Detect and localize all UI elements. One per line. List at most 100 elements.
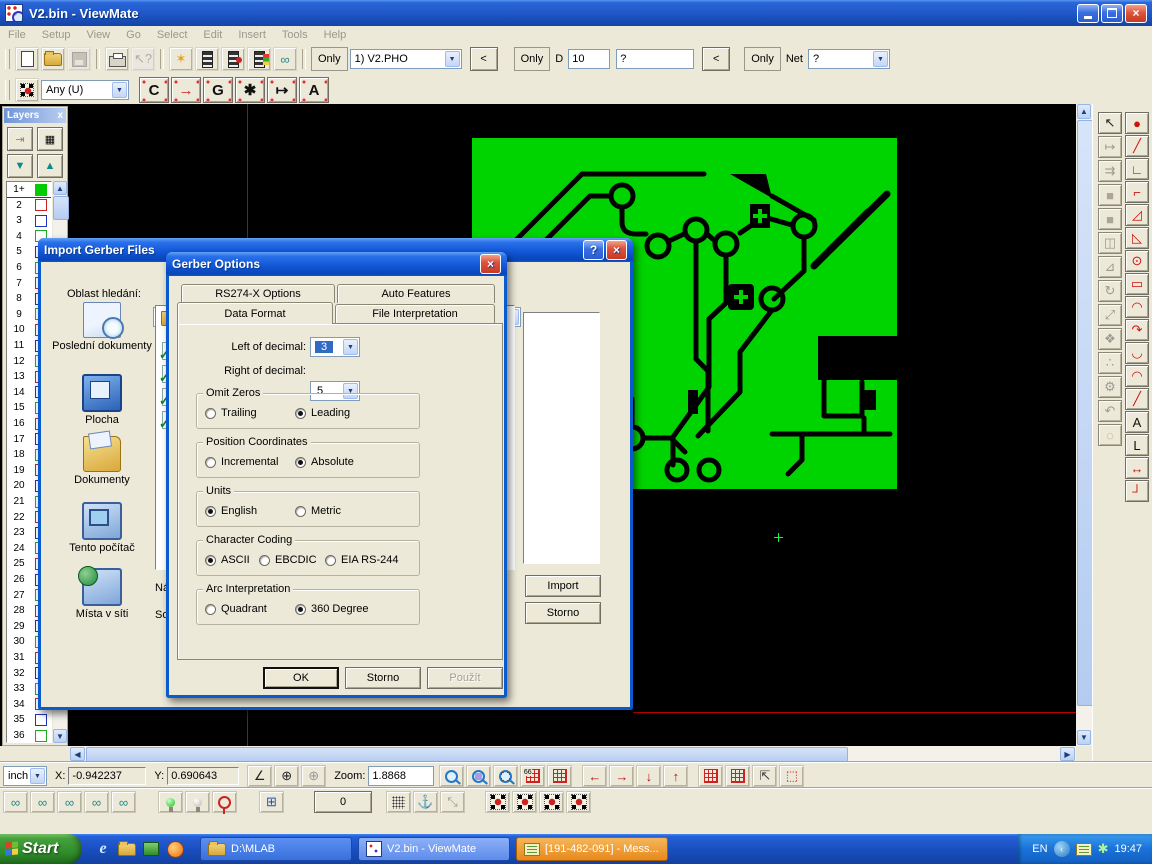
vertical-scroll-thumb[interactable]: [1077, 120, 1093, 706]
layer-row-1+[interactable]: 1+: [7, 182, 51, 197]
folder-icon[interactable]: [118, 840, 136, 858]
radio-icon[interactable]: [205, 457, 216, 468]
only-dcode-button[interactable]: Only: [514, 47, 551, 71]
zoom-in-button[interactable]: [439, 765, 464, 787]
draw-sketch-button[interactable]: ╱: [1125, 388, 1149, 410]
layer-insert-button[interactable]: ⇥: [7, 127, 33, 151]
zoom-dcode-button[interactable]: [466, 765, 491, 787]
dcode-draw-button[interactable]: →: [171, 77, 201, 103]
draw-width-button[interactable]: ↔: [1125, 457, 1149, 479]
menu-help[interactable]: Help: [316, 28, 355, 42]
restore-button[interactable]: [1101, 4, 1123, 23]
probe-button[interactable]: [212, 791, 237, 813]
ok-button[interactable]: OK: [263, 667, 339, 689]
layer-color-swatch[interactable]: [35, 730, 47, 742]
radio-option-ebcdic[interactable]: EBCDIC: [259, 554, 317, 566]
stretch-button[interactable]: ⇱: [752, 765, 777, 787]
dcode-flash-button[interactable]: ✱: [235, 77, 265, 103]
dcode-input[interactable]: 10: [568, 49, 610, 69]
draw-elbow-button[interactable]: ⌐: [1125, 181, 1149, 203]
film-tools-button[interactable]: [195, 47, 219, 71]
draw-curve-button[interactable]: ↷: [1125, 319, 1149, 341]
rotate-button[interactable]: ↻: [1098, 280, 1122, 302]
layer-scroll-thumb[interactable]: [53, 196, 69, 220]
radio-icon[interactable]: [325, 555, 336, 566]
radio-option-quadrant[interactable]: Quadrant: [205, 603, 267, 615]
draw-circle-button[interactable]: ⊙: [1125, 250, 1149, 272]
menu-tools[interactable]: Tools: [274, 28, 316, 42]
layer-row-2[interactable]: 2: [7, 198, 51, 213]
horizontal-scroll-thumb[interactable]: [86, 747, 848, 763]
draw-arc-button[interactable]: ◠: [1125, 296, 1149, 318]
radio-icon[interactable]: [259, 555, 270, 566]
toolbar-grip[interactable]: [5, 80, 10, 100]
dots-grid-button[interactable]: [386, 791, 411, 813]
radio-option-incremental[interactable]: Incremental: [205, 456, 278, 468]
draw-corner-button[interactable]: ∟: [1125, 158, 1149, 180]
left-of-decimal-combo[interactable]: 3 ▼: [310, 337, 360, 357]
radio-icon[interactable]: [295, 506, 306, 517]
menu-go[interactable]: Go: [118, 28, 149, 42]
copy-dcode-button[interactable]: ⇉: [1098, 160, 1122, 182]
tile-windows-button[interactable]: ⊞: [259, 791, 284, 813]
grid-snap-button[interactable]: [698, 765, 723, 787]
layer-color-swatch[interactable]: [35, 199, 47, 211]
place-posledn-dokumenty[interactable]: Poslední dokumenty: [47, 302, 157, 353]
radio-option-ascii[interactable]: ASCII: [205, 554, 250, 566]
mirror-vertical-button[interactable]: ◫: [1098, 232, 1122, 254]
layer-move-up-button[interactable]: ▲: [37, 154, 63, 178]
close-button[interactable]: ×: [1125, 4, 1147, 23]
radio-option-absolute[interactable]: Absolute: [295, 456, 354, 468]
net-combo[interactable]: ?▼: [808, 49, 890, 69]
anchor-button[interactable]: ⚓: [413, 791, 438, 813]
dcode-filter-icon[interactable]: [15, 78, 39, 102]
angle-measure-button[interactable]: ∠: [247, 765, 272, 787]
filled-rect-button[interactable]: ■: [1098, 184, 1122, 206]
prev-net-button[interactable]: <: [702, 47, 730, 71]
dcode-query-input[interactable]: ?: [616, 49, 694, 69]
language-indicator[interactable]: EN: [1032, 843, 1047, 855]
film-colors-button[interactable]: [247, 47, 271, 71]
layer-move-down-button[interactable]: ▼: [7, 154, 33, 178]
menu-view[interactable]: View: [78, 28, 118, 42]
import-button[interactable]: Import: [525, 575, 601, 597]
radio-icon[interactable]: [205, 555, 216, 566]
move-element-button[interactable]: ❖: [1098, 328, 1122, 350]
scroll-down-icon[interactable]: ▼: [53, 729, 67, 743]
layer-color-swatch[interactable]: [35, 184, 47, 196]
scroll-left-icon[interactable]: ◀: [70, 747, 85, 761]
view-lines-button[interactable]: ∞: [84, 791, 109, 813]
save-file-button[interactable]: [67, 47, 91, 71]
layer-row-3[interactable]: 3: [7, 213, 51, 228]
scale-button[interactable]: ⤢: [1098, 304, 1122, 326]
draw-arc-chord-button[interactable]: ◠: [1125, 365, 1149, 387]
scroll-right-icon[interactable]: ▶: [1060, 747, 1075, 761]
unit-combo[interactable]: inch▼: [3, 766, 47, 786]
menu-file[interactable]: File: [0, 28, 34, 42]
pan-right-button[interactable]: →: [609, 765, 634, 787]
view-traces-button[interactable]: ∞: [30, 791, 55, 813]
flash-mode-button[interactable]: [485, 791, 510, 813]
tab-data-format[interactable]: Data Format: [177, 302, 333, 324]
radio-icon[interactable]: [205, 506, 216, 517]
tab-file-interpretation[interactable]: File Interpretation: [335, 304, 495, 323]
radio-option-english[interactable]: English: [205, 505, 257, 517]
menu-edit[interactable]: Edit: [195, 28, 230, 42]
chevron-down-icon[interactable]: ▼: [445, 51, 460, 67]
open-file-button[interactable]: [41, 47, 65, 71]
cancel-button[interactable]: Storno: [345, 667, 421, 689]
dcode-text-button[interactable]: A: [299, 77, 329, 103]
chevron-down-icon[interactable]: ▼: [112, 82, 127, 98]
context-help-button[interactable]: ↖?: [131, 47, 155, 71]
layer-combo[interactable]: 1) V2.PHO▼: [350, 49, 462, 69]
settings-gear-button[interactable]: ⚙: [1098, 376, 1122, 398]
highlight-off-button[interactable]: [185, 791, 210, 813]
grid-toggle-button[interactable]: [547, 765, 572, 787]
zoom-input[interactable]: 1.8868: [368, 766, 434, 786]
taskbar-task--191-482-091-mess-[interactable]: [191-482-091] - Mess...: [516, 837, 668, 861]
dcode-trace-button[interactable]: ↦: [267, 77, 297, 103]
dcode-grid-button[interactable]: [520, 765, 545, 787]
new-file-button[interactable]: [15, 47, 39, 71]
only-net-button[interactable]: Only: [744, 47, 781, 71]
only-layer-button[interactable]: Only: [311, 47, 348, 71]
